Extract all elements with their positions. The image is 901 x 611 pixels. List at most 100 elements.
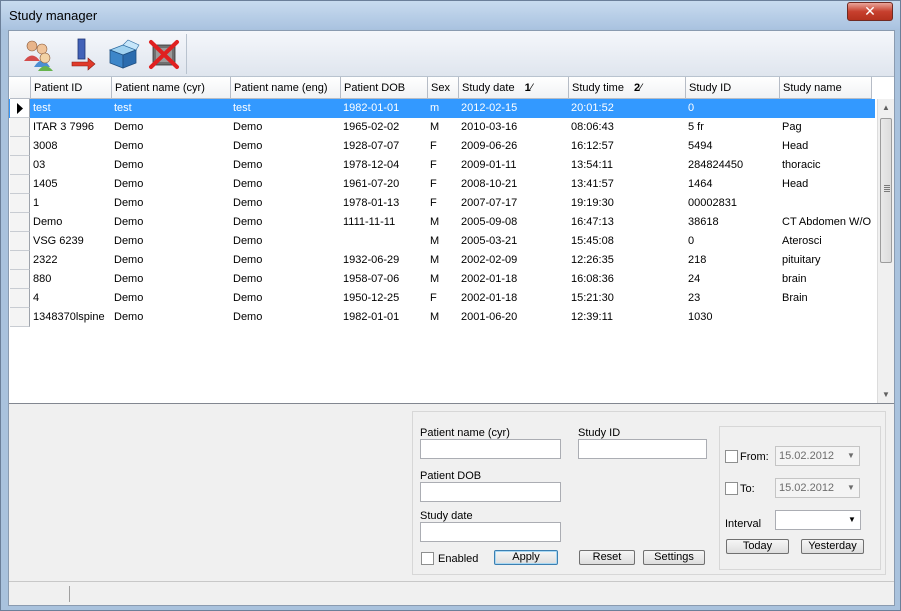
cell-study-id[interactable]: 38618	[686, 213, 780, 232]
cell-patient-name-cyr[interactable]: Demo	[112, 156, 231, 175]
cell-patient-dob[interactable]: 1928-07-07	[341, 137, 428, 156]
cell-study-name[interactable]: Head	[780, 175, 872, 194]
row-indicator[interactable]	[10, 289, 30, 308]
row-indicator[interactable]	[10, 213, 30, 232]
yesterday-button[interactable]: Yesterday	[801, 539, 864, 554]
cell-patient-name-eng[interactable]: test	[231, 99, 341, 118]
delete-icon[interactable]	[147, 37, 181, 71]
table-row[interactable]: 1405 Demo Demo 1961-07-20 F 2008-10-21 13:41:5…	[9, 175, 875, 194]
cell-study-name[interactable]: pituitary	[780, 251, 872, 270]
import-icon[interactable]	[64, 37, 98, 71]
row-indicator[interactable]	[10, 194, 30, 213]
cell-sex[interactable]: F	[428, 137, 459, 156]
row-indicator[interactable]	[10, 137, 30, 156]
row-indicator[interactable]	[10, 118, 30, 137]
study-grid[interactable]: Patient ID Patient name (cyr) Patient name…	[9, 77, 894, 404]
cell-patient-name-eng[interactable]: Demo	[231, 270, 341, 289]
cell-study-name[interactable]	[780, 308, 872, 327]
cell-patient-dob[interactable]: 1978-01-13	[341, 194, 428, 213]
cell-patient-name-eng[interactable]: Demo	[231, 118, 341, 137]
cell-study-date[interactable]: 2002-02-09	[459, 251, 569, 270]
row-indicator[interactable]	[10, 156, 30, 175]
row-indicator[interactable]	[10, 251, 30, 270]
cell-study-name[interactable]: Brain	[780, 289, 872, 308]
cell-patient-name-cyr[interactable]: Demo	[112, 232, 231, 251]
cell-study-time[interactable]: 12:26:35	[569, 251, 686, 270]
row-indicator[interactable]	[10, 308, 30, 327]
cell-study-date[interactable]: 2009-01-11	[459, 156, 569, 175]
cell-patient-dob[interactable]: 1978-12-04	[341, 156, 428, 175]
cell-patient-id[interactable]: 2322	[31, 251, 112, 270]
cell-sex[interactable]: M	[428, 232, 459, 251]
column-header-study-time[interactable]: Study time 2⁄	[569, 77, 686, 99]
cell-study-date[interactable]: 2002-01-18	[459, 270, 569, 289]
cell-patient-id[interactable]: test	[31, 99, 112, 118]
today-button[interactable]: Today	[726, 539, 789, 554]
from-checkbox[interactable]	[725, 450, 738, 463]
cell-patient-name-eng[interactable]: Demo	[231, 156, 341, 175]
table-row[interactable]: 3008 Demo Demo 1928-07-07 F 2009-06-26 16:12:5…	[9, 137, 875, 156]
cell-patient-name-cyr[interactable]: Demo	[112, 118, 231, 137]
patient-dob-input[interactable]	[420, 482, 561, 502]
study-id-input[interactable]	[578, 439, 707, 459]
table-row[interactable]: 1 Demo Demo 1978-01-13 F 2007-07-17 19:19:30 00…	[9, 194, 875, 213]
cell-patient-name-cyr[interactable]: Demo	[112, 308, 231, 327]
column-header-study-date[interactable]: Study date 1⁄	[459, 77, 569, 99]
cell-study-id[interactable]: 00002831	[686, 194, 780, 213]
cell-patient-dob[interactable]: 1965-02-02	[341, 118, 428, 137]
cell-study-time[interactable]: 13:54:11	[569, 156, 686, 175]
cell-study-time[interactable]: 16:47:13	[569, 213, 686, 232]
cell-sex[interactable]: F	[428, 175, 459, 194]
cell-study-id[interactable]: 284824450	[686, 156, 780, 175]
cell-sex[interactable]: F	[428, 194, 459, 213]
cell-sex[interactable]: M	[428, 251, 459, 270]
column-header-sex[interactable]: Sex	[428, 77, 459, 99]
cell-patient-dob[interactable]: 1961-07-20	[341, 175, 428, 194]
scroll-down-icon[interactable]: ▼	[878, 386, 894, 403]
row-indicator[interactable]	[10, 232, 30, 251]
cell-patient-dob[interactable]: 1982-01-01	[341, 99, 428, 118]
cell-patient-dob[interactable]: 1932-06-29	[341, 251, 428, 270]
cell-study-time[interactable]: 12:39:11	[569, 308, 686, 327]
cell-study-time[interactable]: 15:45:08	[569, 232, 686, 251]
cell-patient-id[interactable]: 1348370lspine	[31, 308, 112, 327]
cell-patient-name-cyr[interactable]: test	[112, 99, 231, 118]
cell-study-date[interactable]: 2005-09-08	[459, 213, 569, 232]
cell-study-time[interactable]: 19:19:30	[569, 194, 686, 213]
cell-study-time[interactable]: 15:21:30	[569, 289, 686, 308]
cell-patient-name-eng[interactable]: Demo	[231, 289, 341, 308]
cell-study-date[interactable]: 2008-10-21	[459, 175, 569, 194]
cell-study-date[interactable]: 2007-07-17	[459, 194, 569, 213]
cell-patient-name-eng[interactable]: Demo	[231, 213, 341, 232]
cell-patient-id[interactable]: Demo	[31, 213, 112, 232]
cell-patient-dob[interactable]: 1950-12-25	[341, 289, 428, 308]
cell-study-id[interactable]: 218	[686, 251, 780, 270]
row-indicator[interactable]	[10, 270, 30, 289]
cell-study-time[interactable]: 16:12:57	[569, 137, 686, 156]
cell-sex[interactable]: m	[428, 99, 459, 118]
cell-study-date[interactable]: 2005-03-21	[459, 232, 569, 251]
table-row[interactable]: 4 Demo Demo 1950-12-25 F 2002-01-18 15:21:30 23…	[9, 289, 875, 308]
table-row[interactable]: 880 Demo Demo 1958-07-06 M 2002-01-18 16:08:36…	[9, 270, 875, 289]
cell-study-id[interactable]: 0	[686, 232, 780, 251]
cell-study-name[interactable]: CT Abdomen W/O c	[780, 213, 872, 232]
table-row[interactable]: test test test 1982-01-01 m 2012-02-15 20:01:5…	[9, 99, 875, 118]
vertical-scrollbar[interactable]: ▲ ▼	[877, 99, 894, 403]
cell-study-time[interactable]: 20:01:52	[569, 99, 686, 118]
cell-patient-dob[interactable]: 1982-01-01	[341, 308, 428, 327]
cell-patient-name-eng[interactable]: Demo	[231, 175, 341, 194]
apply-button[interactable]: Apply	[494, 550, 558, 565]
table-row[interactable]: 03 Demo Demo 1978-12-04 F 2009-01-11 13:54:11 2…	[9, 156, 875, 175]
cell-patient-name-cyr[interactable]: Demo	[112, 270, 231, 289]
cell-patient-name-cyr[interactable]: Demo	[112, 213, 231, 232]
cell-patient-name-cyr[interactable]: Demo	[112, 289, 231, 308]
settings-button[interactable]: Settings	[643, 550, 705, 565]
cell-sex[interactable]: F	[428, 156, 459, 175]
interval-select[interactable]: ▼	[775, 510, 861, 530]
table-row[interactable]: Demo Demo Demo 1111-11-11 M 2005-09-08 16:47:1…	[9, 213, 875, 232]
cell-study-name[interactable]: thoracic	[780, 156, 872, 175]
from-date-picker[interactable]: 15.02.2012 ▼	[775, 446, 860, 466]
cell-study-time[interactable]: 08:06:43	[569, 118, 686, 137]
cell-patient-name-cyr[interactable]: Demo	[112, 137, 231, 156]
open-box-icon[interactable]	[106, 37, 140, 71]
